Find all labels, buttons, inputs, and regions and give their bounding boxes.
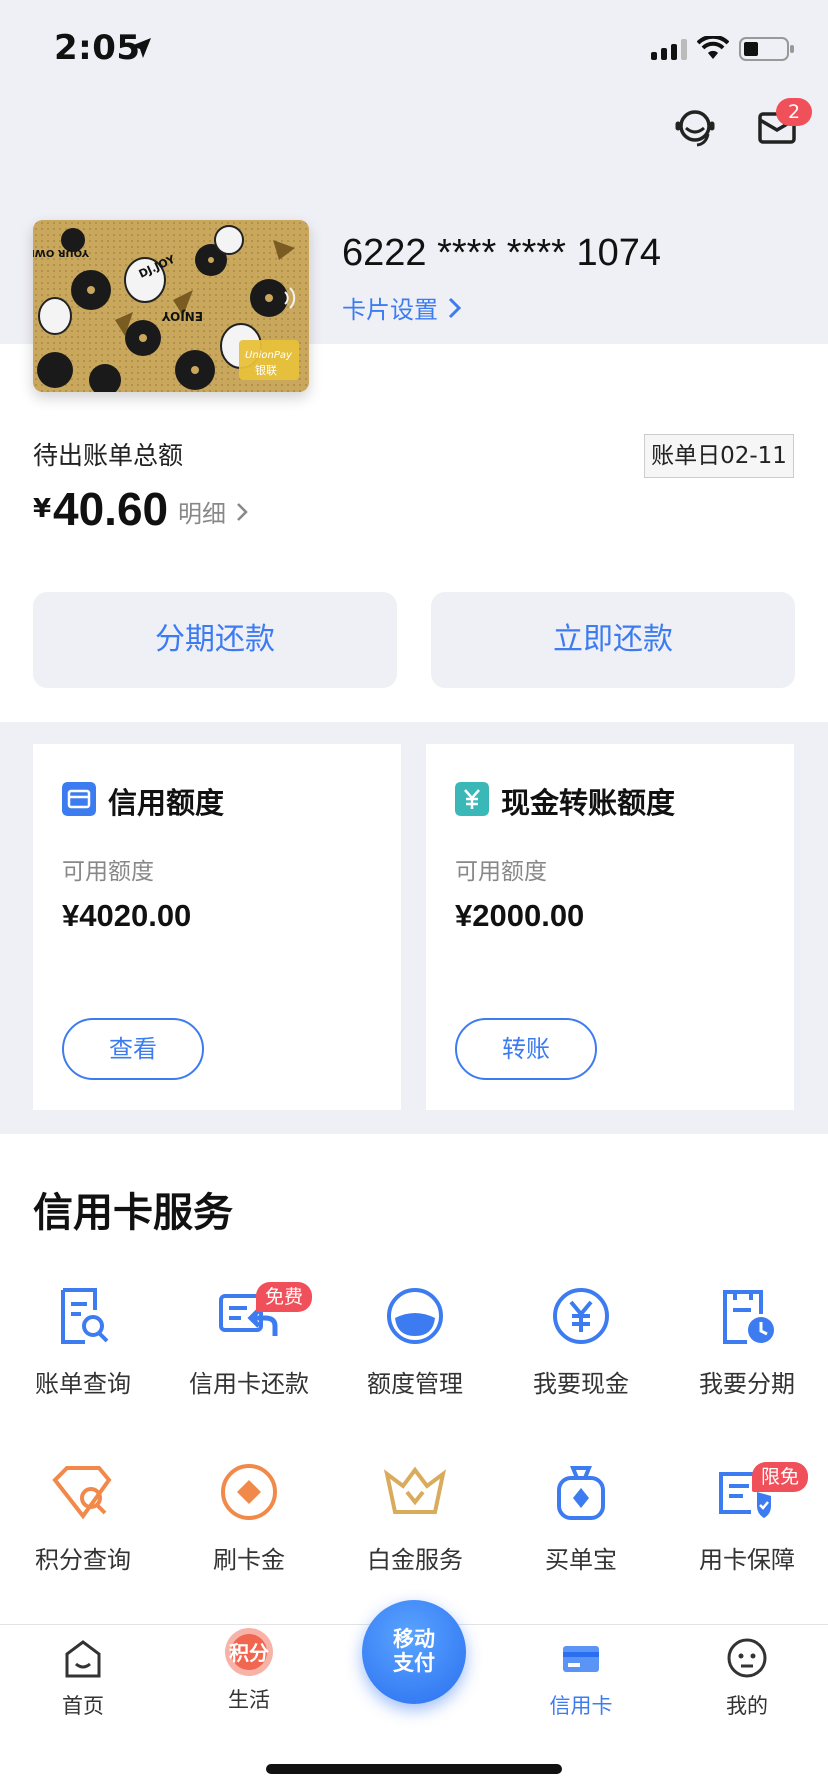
card-art: DJ.JOY ENJOY YOUR OWN LIFE UnionPay 银联 [33, 220, 309, 392]
cash-yuan-icon [455, 782, 489, 816]
credit-limit-amount: ¥4020.00 [62, 898, 192, 933]
service-label: 我要现金 [533, 1370, 629, 1398]
tab-life[interactable]: 积分 生活 [166, 1628, 332, 1714]
bill-search-icon [61, 1288, 109, 1344]
yuan-coin-icon [553, 1288, 609, 1344]
location-arrow-icon [131, 38, 151, 58]
wifi-icon [697, 36, 729, 59]
cash-transfer-sub: 可用额度 [455, 859, 547, 885]
tab-label: 首页 [62, 1694, 104, 1718]
card-settings-label: 卡片设置 [342, 296, 438, 324]
profile-face-icon [727, 1638, 767, 1678]
limited-free-badge: 限免 [752, 1462, 809, 1492]
chevron-right-icon [448, 297, 462, 318]
service-card-bonus[interactable]: 刷卡金 [166, 1462, 332, 1575]
service-label: 账单查询 [35, 1370, 131, 1398]
diamond-coin-icon [221, 1464, 277, 1520]
view-credit-button[interactable]: 查看 [62, 1018, 204, 1080]
card-art-text-3: YOUR OWN LIFE [33, 247, 90, 258]
service-limit-manage[interactable]: 额度管理 [332, 1286, 498, 1399]
service-label: 积分查询 [35, 1546, 131, 1574]
repay-now-button[interactable]: 立即还款 [431, 592, 795, 688]
limit-gauge-icon [387, 1288, 443, 1344]
bill-detail-link[interactable]: 明细 [178, 494, 248, 529]
cash-transfer-amount: ¥2000.00 [455, 898, 585, 933]
crown-icon [383, 1466, 447, 1514]
points-tag-icon [52, 1466, 112, 1520]
mail-badge: 2 [776, 98, 812, 126]
tab-credit-card[interactable]: 信用卡 [498, 1636, 664, 1720]
service-label: 信用卡还款 [189, 1370, 309, 1398]
credit-limit-title: 信用额度 [108, 786, 225, 820]
status-time: 2:05 [54, 28, 141, 68]
tab-label: 生活 [228, 1688, 270, 1712]
service-pay-treasure[interactable]: 买单宝 [498, 1462, 664, 1575]
transfer-button[interactable]: 转账 [455, 1018, 597, 1080]
money-bag-icon [557, 1466, 605, 1520]
bill-day-badge: 账单日02-11 [644, 434, 794, 478]
service-label: 用卡保障 [699, 1546, 795, 1574]
home-indicator [266, 1764, 562, 1774]
mobile-pay-line1: 移动 [393, 1627, 435, 1651]
bank-card-image[interactable]: DJ.JOY ENJOY YOUR OWN LIFE UnionPay 银联 [33, 220, 309, 392]
credit-limit-icon [62, 782, 96, 816]
service-platinum[interactable]: 白金服务 [332, 1462, 498, 1575]
card-settings-link[interactable]: 卡片设置 [342, 290, 462, 325]
home-icon [65, 1640, 101, 1678]
points-badge-icon: 积分 [225, 1628, 273, 1676]
installment-clock-icon [723, 1290, 774, 1344]
service-bill-query[interactable]: 账单查询 [0, 1286, 166, 1399]
service-label: 额度管理 [367, 1370, 463, 1398]
tab-mine[interactable]: 我的 [664, 1636, 828, 1720]
bill-detail-label: 明细 [178, 500, 226, 528]
mobile-pay-button[interactable]: 移动 支付 [362, 1600, 466, 1704]
card-art-text-2: ENJOY [162, 309, 203, 323]
service-points-query[interactable]: 积分查询 [0, 1462, 166, 1575]
tab-label: 信用卡 [549, 1694, 613, 1718]
points-badge-text: 积分 [229, 1641, 269, 1665]
service-label: 白金服务 [367, 1546, 463, 1574]
card-number: 6222 **** **** 1074 [342, 232, 662, 274]
service-want-cash[interactable]: 我要现金 [498, 1286, 664, 1399]
bill-total-label: 待出账单总额 [33, 441, 184, 470]
services-title: 信用卡服务 [33, 1190, 233, 1236]
bill-currency: ¥ [33, 494, 52, 524]
tab-label: 我的 [726, 1694, 768, 1718]
service-label: 刷卡金 [213, 1546, 285, 1574]
cell-signal-icon [651, 39, 687, 60]
free-badge: 免费 [256, 1282, 313, 1312]
tab-home[interactable]: 首页 [0, 1636, 166, 1720]
credit-card-icon [563, 1646, 599, 1672]
chevron-right-icon [237, 502, 248, 521]
battery-icon [739, 37, 794, 61]
card-art-text-5: 银联 [255, 363, 277, 377]
service-installment[interactable]: 我要分期 [664, 1286, 828, 1399]
cash-transfer-title: 现金转账额度 [501, 786, 676, 820]
bill-amount: 40.60 [53, 483, 169, 535]
service-label: 买单宝 [545, 1546, 617, 1574]
installment-repay-button[interactable]: 分期还款 [33, 592, 397, 688]
credit-limit-sub: 可用额度 [62, 859, 154, 885]
card-art-text-4: UnionPay [245, 350, 293, 361]
mobile-pay-line2: 支付 [393, 1651, 435, 1675]
customer-service-icon[interactable] [672, 104, 718, 150]
service-label: 我要分期 [699, 1370, 795, 1398]
